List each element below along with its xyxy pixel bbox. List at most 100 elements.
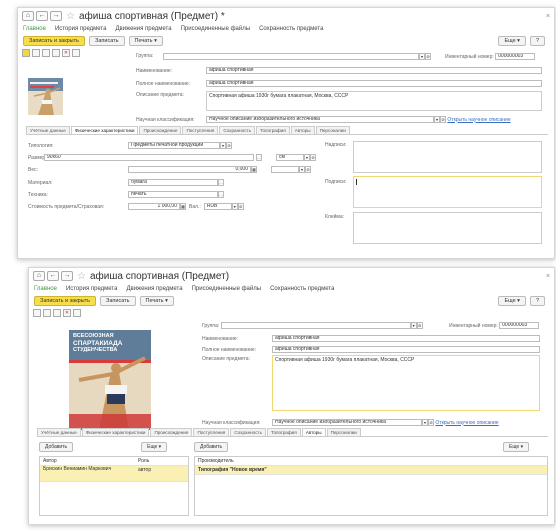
material-input[interactable]: бумага [128,179,218,186]
table-row[interactable]: Брискин Вениамин Маркович автор [40,466,188,482]
material-select-icon[interactable]: … [218,179,224,186]
name-input[interactable]: афиша спортивная [272,335,540,342]
home-icon[interactable]: ⌂ [33,271,45,281]
cost-input[interactable]: 1 000,00 [128,203,180,210]
save-button[interactable]: Записать [89,35,125,46]
favorite-star-icon[interactable]: ☆ [66,11,75,22]
classification-input[interactable]: Научное описание изобразительного источн… [272,419,422,426]
fullname-input[interactable]: афиша спортивная [206,80,542,87]
cost-calc-icon[interactable]: ▦ [180,203,186,210]
weight-input[interactable]: 0,000 [128,166,251,173]
tab-preservation[interactable]: Сохранность [230,428,267,436]
save-and-close-button[interactable]: Записать и закрыть [23,35,86,46]
nav-movements[interactable]: Движения предмета [126,286,182,292]
signatures-textarea[interactable] [353,176,542,208]
weight-unit-input[interactable] [271,166,299,173]
name-input[interactable]: афиша спортивная [206,67,542,74]
unit-open-icon[interactable]: ⊘ [310,154,316,161]
image-delete-icon[interactable]: ✕ [62,48,70,57]
tab-origin[interactable]: Происхождение [139,126,182,134]
producers-more-button[interactable]: Еще ▾ [503,442,530,452]
classification-open-icon[interactable]: ⊘ [428,419,434,426]
tab-receipts[interactable]: Поступления [193,428,230,436]
save-and-close-button[interactable]: Записать и закрыть [34,295,97,306]
weight-unit-open-icon[interactable]: ⊘ [305,166,311,173]
description-textarea[interactable]: Спортивная афиша 1930г бумага плакатная,… [272,355,540,411]
print-button[interactable]: Печать ▾ [139,295,174,306]
image-zoom-icon[interactable] [53,308,61,317]
currency-input[interactable]: RUB [203,203,232,210]
save-button[interactable]: Записать [100,295,136,306]
image-menu-icon[interactable] [73,308,81,317]
forward-arrow-icon[interactable]: → [50,11,62,21]
description-textarea[interactable]: Спортивная афиша 1930г бумага плакатная,… [206,91,542,111]
close-icon[interactable]: × [546,13,550,20]
group-open-icon[interactable]: ⊘ [416,322,423,329]
size-clear-icon[interactable]: … [256,154,262,161]
typology-open-icon[interactable]: ⊘ [226,142,232,149]
nav-history[interactable]: История предмета [55,26,107,32]
add-author-button[interactable]: Добавить [39,442,74,452]
tab-preservation[interactable]: Сохранность [219,126,256,134]
tab-accounting[interactable]: Учётные данные [37,428,81,436]
tab-physical[interactable]: Физические характеристики [70,126,139,134]
image-menu-icon[interactable] [72,48,80,57]
tab-accounting[interactable]: Учётные данные [26,126,70,134]
open-scientific-description-link[interactable]: Открыть научное описание [447,117,510,123]
size-unit-input[interactable]: см [276,154,304,161]
classification-input[interactable]: Научное описание изобразительного источн… [206,116,434,123]
classification-open-icon[interactable]: ⊘ [440,116,446,123]
add-producer-button[interactable]: Добавить [194,442,229,452]
image-gallery-icon[interactable] [33,308,41,317]
tab-topography[interactable]: Топография [256,126,290,134]
home-icon[interactable]: ⌂ [22,11,34,21]
tab-authors[interactable]: Авторы [301,428,326,436]
inscriptions-textarea[interactable] [353,141,542,173]
size-input[interactable]: 90x60 [44,154,254,161]
image-add-icon[interactable] [43,308,51,317]
authors-more-button[interactable]: Еще ▾ [141,442,168,452]
tab-topography[interactable]: Топография [267,428,301,436]
typology-input[interactable]: Предметы печатной продукции [128,142,220,149]
nav-main[interactable]: Главное [34,286,57,292]
more-button[interactable]: Еще ▾ [498,35,526,46]
tab-authors[interactable]: Авторы [290,126,315,134]
nav-attached-files[interactable]: Присоединенные файлы [192,286,262,292]
tab-persons[interactable]: Персоналии [315,126,350,134]
currency-open-icon[interactable]: ⊘ [237,203,244,210]
nav-history[interactable]: История предмета [66,286,118,292]
image-gallery-icon[interactable] [32,48,40,57]
back-arrow-icon[interactable]: ← [47,271,59,281]
image-zoom-icon[interactable] [52,48,60,57]
image-add-icon[interactable] [42,48,50,57]
tab-persons[interactable]: Персоналии [326,428,361,436]
technique-select-icon[interactable]: … [218,191,224,198]
help-button[interactable]: ? [529,295,545,306]
tab-receipts[interactable]: Поступления [182,126,219,134]
close-icon[interactable]: × [546,273,550,280]
forward-arrow-icon[interactable]: → [61,271,73,281]
group-open-icon[interactable]: ⊘ [425,53,431,60]
image-delete-icon[interactable]: ✕ [63,308,71,317]
tab-origin[interactable]: Происхождение [150,428,193,436]
inventory-input[interactable]: 000000003 [499,322,540,329]
nav-preservation[interactable]: Сохранность предмета [259,26,323,32]
help-button[interactable]: ? [529,35,545,46]
more-button[interactable]: Еще ▾ [498,295,526,306]
nav-movements[interactable]: Движения предмета [115,26,171,32]
weight-calc-icon[interactable]: ▦ [251,166,257,173]
group-input[interactable] [163,53,419,60]
fullname-input[interactable]: афиша спортивная [272,346,540,353]
print-button[interactable]: Печать ▾ [128,35,163,46]
nav-main[interactable]: Главное [23,26,46,32]
stamps-textarea[interactable] [353,212,542,244]
inventory-input[interactable]: 000000003 [495,53,536,60]
tab-physical[interactable]: Физические характеристики [81,428,150,436]
technique-input[interactable]: печать [128,191,218,198]
nav-attached-files[interactable]: Присоединенные файлы [181,26,251,32]
nav-preservation[interactable]: Сохранность предмета [270,286,334,292]
favorite-star-icon[interactable]: ☆ [77,271,86,282]
open-scientific-description-link[interactable]: Открыть научное описание [435,420,498,426]
image-folder-icon[interactable] [22,48,30,57]
group-input[interactable] [220,322,411,329]
